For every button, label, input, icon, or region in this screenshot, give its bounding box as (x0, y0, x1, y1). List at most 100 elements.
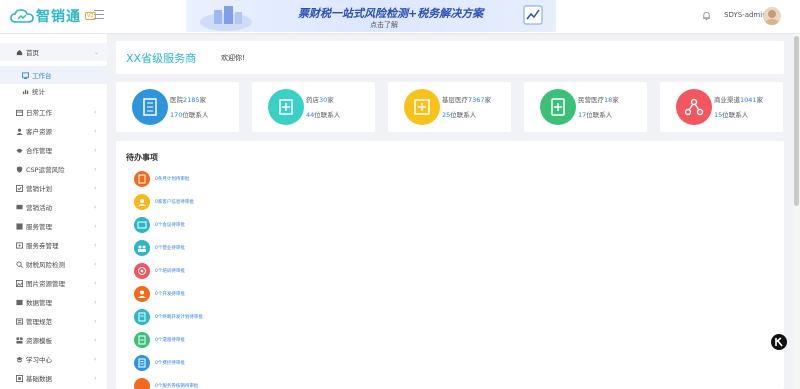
todo-item[interactable]: 0条月计划待审批 (134, 171, 534, 187)
sidebar-item-label: 服务券管理 (26, 242, 59, 250)
menu-toggle-icon[interactable] (94, 10, 104, 20)
todo-item[interactable]: 0个会议待审批 (134, 217, 534, 233)
todo-item[interactable]: 0个终端开发计划待审批 (134, 309, 534, 325)
chevron-left-icon: ‹ (94, 279, 97, 287)
todo-item-label[interactable]: 0个培训待审批 (155, 268, 185, 274)
chevron-left-icon: ‹ (94, 298, 97, 306)
chevron-left-icon: ‹ (94, 184, 97, 192)
base-data-icon (16, 374, 23, 382)
sidebar-item-stats[interactable]: 统计 (0, 82, 108, 100)
avatar[interactable] (763, 7, 781, 25)
todo-item[interactable]: 0个培训待审批 (134, 263, 534, 279)
checklist-icon (16, 184, 23, 192)
todo-item-label[interactable]: 0个营业待审批 (155, 245, 185, 251)
chevron-left-icon: ‹ (94, 355, 97, 363)
todo-item-label[interactable]: 0个遗留待审批 (155, 337, 185, 343)
floating-helper-button[interactable] (771, 334, 787, 350)
todo-item[interactable]: 0个开发待审批 (134, 286, 534, 302)
chevron-left-icon: ‹ (94, 127, 97, 135)
stat-card-private-medical[interactable]: 民营医疗18家 17位联系人 (524, 82, 647, 132)
sidebar-item-label: 图片资源管理 (26, 280, 65, 288)
sidebar-item-marketing-plan[interactable]: 营销计划 ‹ (0, 179, 108, 197)
sidebar-item-csp-risk[interactable]: CSP运营风险 ‹ (0, 160, 108, 178)
sidebar-item-service[interactable]: 服务管理 ‹ (0, 217, 108, 235)
stat-count: 基层医疗7367家 (442, 96, 492, 104)
sidebar-item-templates[interactable]: 资源模板 ‹ (0, 331, 108, 349)
sidebar-item-coupon[interactable]: 服务券管理 ‹ (0, 236, 108, 254)
todo-item[interactable]: 0个服务券核销待审批 (134, 378, 534, 389)
sidebar-item-label: 营销活动 (26, 204, 52, 212)
cloud-logo-icon (10, 9, 34, 23)
database-icon (16, 299, 23, 305)
stat-count: 医院2185家 (170, 96, 207, 104)
cloud-illustration-icon (200, 6, 252, 31)
page-scrollbar[interactable] (793, 34, 800, 389)
sidebar-item-label: 学习中心 (26, 356, 52, 364)
stat-contacts: 170位联系人 (170, 111, 209, 119)
chevron-left-icon: ‹ (94, 108, 97, 116)
chevron-left-icon: ‹ (94, 374, 97, 382)
stat-card-commercial[interactable]: 商业渠道1041家 15位联系人 (660, 82, 783, 132)
target-icon (134, 263, 150, 279)
flag-icon (16, 204, 23, 209)
sidebar-item-rules[interactable]: 管理规范 ‹ (0, 312, 108, 330)
calendar-icon (16, 109, 23, 116)
todo-item[interactable]: 0个遗留待审批 (134, 332, 534, 348)
chevron-left-icon: ‹ (94, 241, 97, 249)
todo-item[interactable]: 0个费控待审批 (134, 355, 534, 371)
sidebar-item-base-data[interactable]: 基础数据 ‹ (0, 369, 108, 387)
sidebar-item-images[interactable]: 图片资源管理 ‹ (0, 274, 108, 292)
sidebar-item-label: 基础数据 (26, 375, 52, 383)
sidebar-item-label: 管理规范 (26, 318, 52, 326)
username[interactable]: SDYS-admin (724, 11, 767, 19)
todo-item-label[interactable]: 0条月计划待审批 (155, 176, 189, 182)
image-icon (16, 279, 23, 287)
template-icon (16, 336, 23, 344)
sidebar-item-label: 工作台 (32, 72, 52, 80)
study-icon (16, 356, 23, 362)
meeting-icon (134, 217, 150, 233)
scroll-thumb[interactable] (794, 36, 799, 206)
sidebar-item-daily-work[interactable]: 日常工作 ‹ (0, 103, 108, 121)
chevron-left-icon: ‹ (94, 336, 97, 344)
sidebar-item-label: 服务管理 (26, 223, 52, 231)
sidebar: 首页 ⌄ 工作台 统计 日常工作 ‹ 客户资源 ‹ 合作管理 ‹ CSP运营风险… (0, 34, 108, 389)
sidebar-item-label: 营销计划 (26, 185, 52, 193)
sidebar-item-study[interactable]: 学习中心 ‹ (0, 350, 108, 368)
sidebar-item-cooperation[interactable]: 合作管理 ‹ (0, 141, 108, 159)
sidebar-item-marketing-activity[interactable]: 营销活动 ‹ (0, 198, 108, 216)
todo-item[interactable]: 0家客户信息待审批 (134, 194, 534, 210)
sidebar-item-label: 合作管理 (26, 147, 52, 155)
sidebar-item-label: 日常工作 (26, 109, 52, 117)
sidebar-item-tax-risk[interactable]: 财税风险检测 ‹ (0, 255, 108, 273)
coupon-icon (134, 378, 150, 389)
sidebar-item-customers[interactable]: 客户资源 ‹ (0, 122, 108, 140)
stat-card-pharmacy[interactable]: 药店30家 44位联系人 (252, 82, 375, 132)
customer-icon (134, 194, 150, 210)
medical-icon (540, 89, 576, 125)
user-icon (16, 128, 23, 135)
bell-icon[interactable] (702, 11, 711, 21)
todo-item[interactable]: 0个营业待审批 (134, 240, 534, 256)
banner-link[interactable]: 点击了解 (370, 20, 398, 30)
welcome-text: 欢迎你! (221, 54, 245, 62)
todo-item-label[interactable]: 0个会议待审批 (155, 222, 185, 228)
stat-count: 商业渠道1041家 (714, 96, 764, 104)
stat-card-primary-care[interactable]: 基层医疗7367家 25位联系人 (388, 82, 511, 132)
todo-item-label[interactable]: 0家客户信息待审批 (155, 199, 194, 205)
banner-title: 票财税一站式风险检测+税务解决方案 (298, 7, 484, 20)
org-title: XX省级服务商 (126, 52, 197, 65)
promo-banner[interactable]: 票财税一站式风险检测+税务解决方案 点击了解 (186, 0, 556, 32)
todo-item-label[interactable]: 0个服务券核销待审批 (155, 383, 198, 389)
todo-item-label[interactable]: 0个开发待审批 (155, 291, 185, 297)
logo[interactable]: 智销通 V2 (10, 5, 96, 27)
sidebar-item-data[interactable]: 数据管理 ‹ (0, 293, 108, 311)
chevron-left-icon: ‹ (94, 203, 97, 211)
sidebar-item-label: 统计 (32, 88, 45, 96)
sidebar-item-home[interactable]: 首页 ⌄ (0, 43, 108, 61)
stat-card-hospital[interactable]: 医院2185家 170位联系人 (116, 82, 239, 132)
clinic-icon (404, 89, 440, 125)
channel-icon (676, 89, 712, 125)
todo-item-label[interactable]: 0个费控待审批 (155, 360, 185, 366)
todo-item-label[interactable]: 0个终端开发计划待审批 (155, 314, 203, 320)
